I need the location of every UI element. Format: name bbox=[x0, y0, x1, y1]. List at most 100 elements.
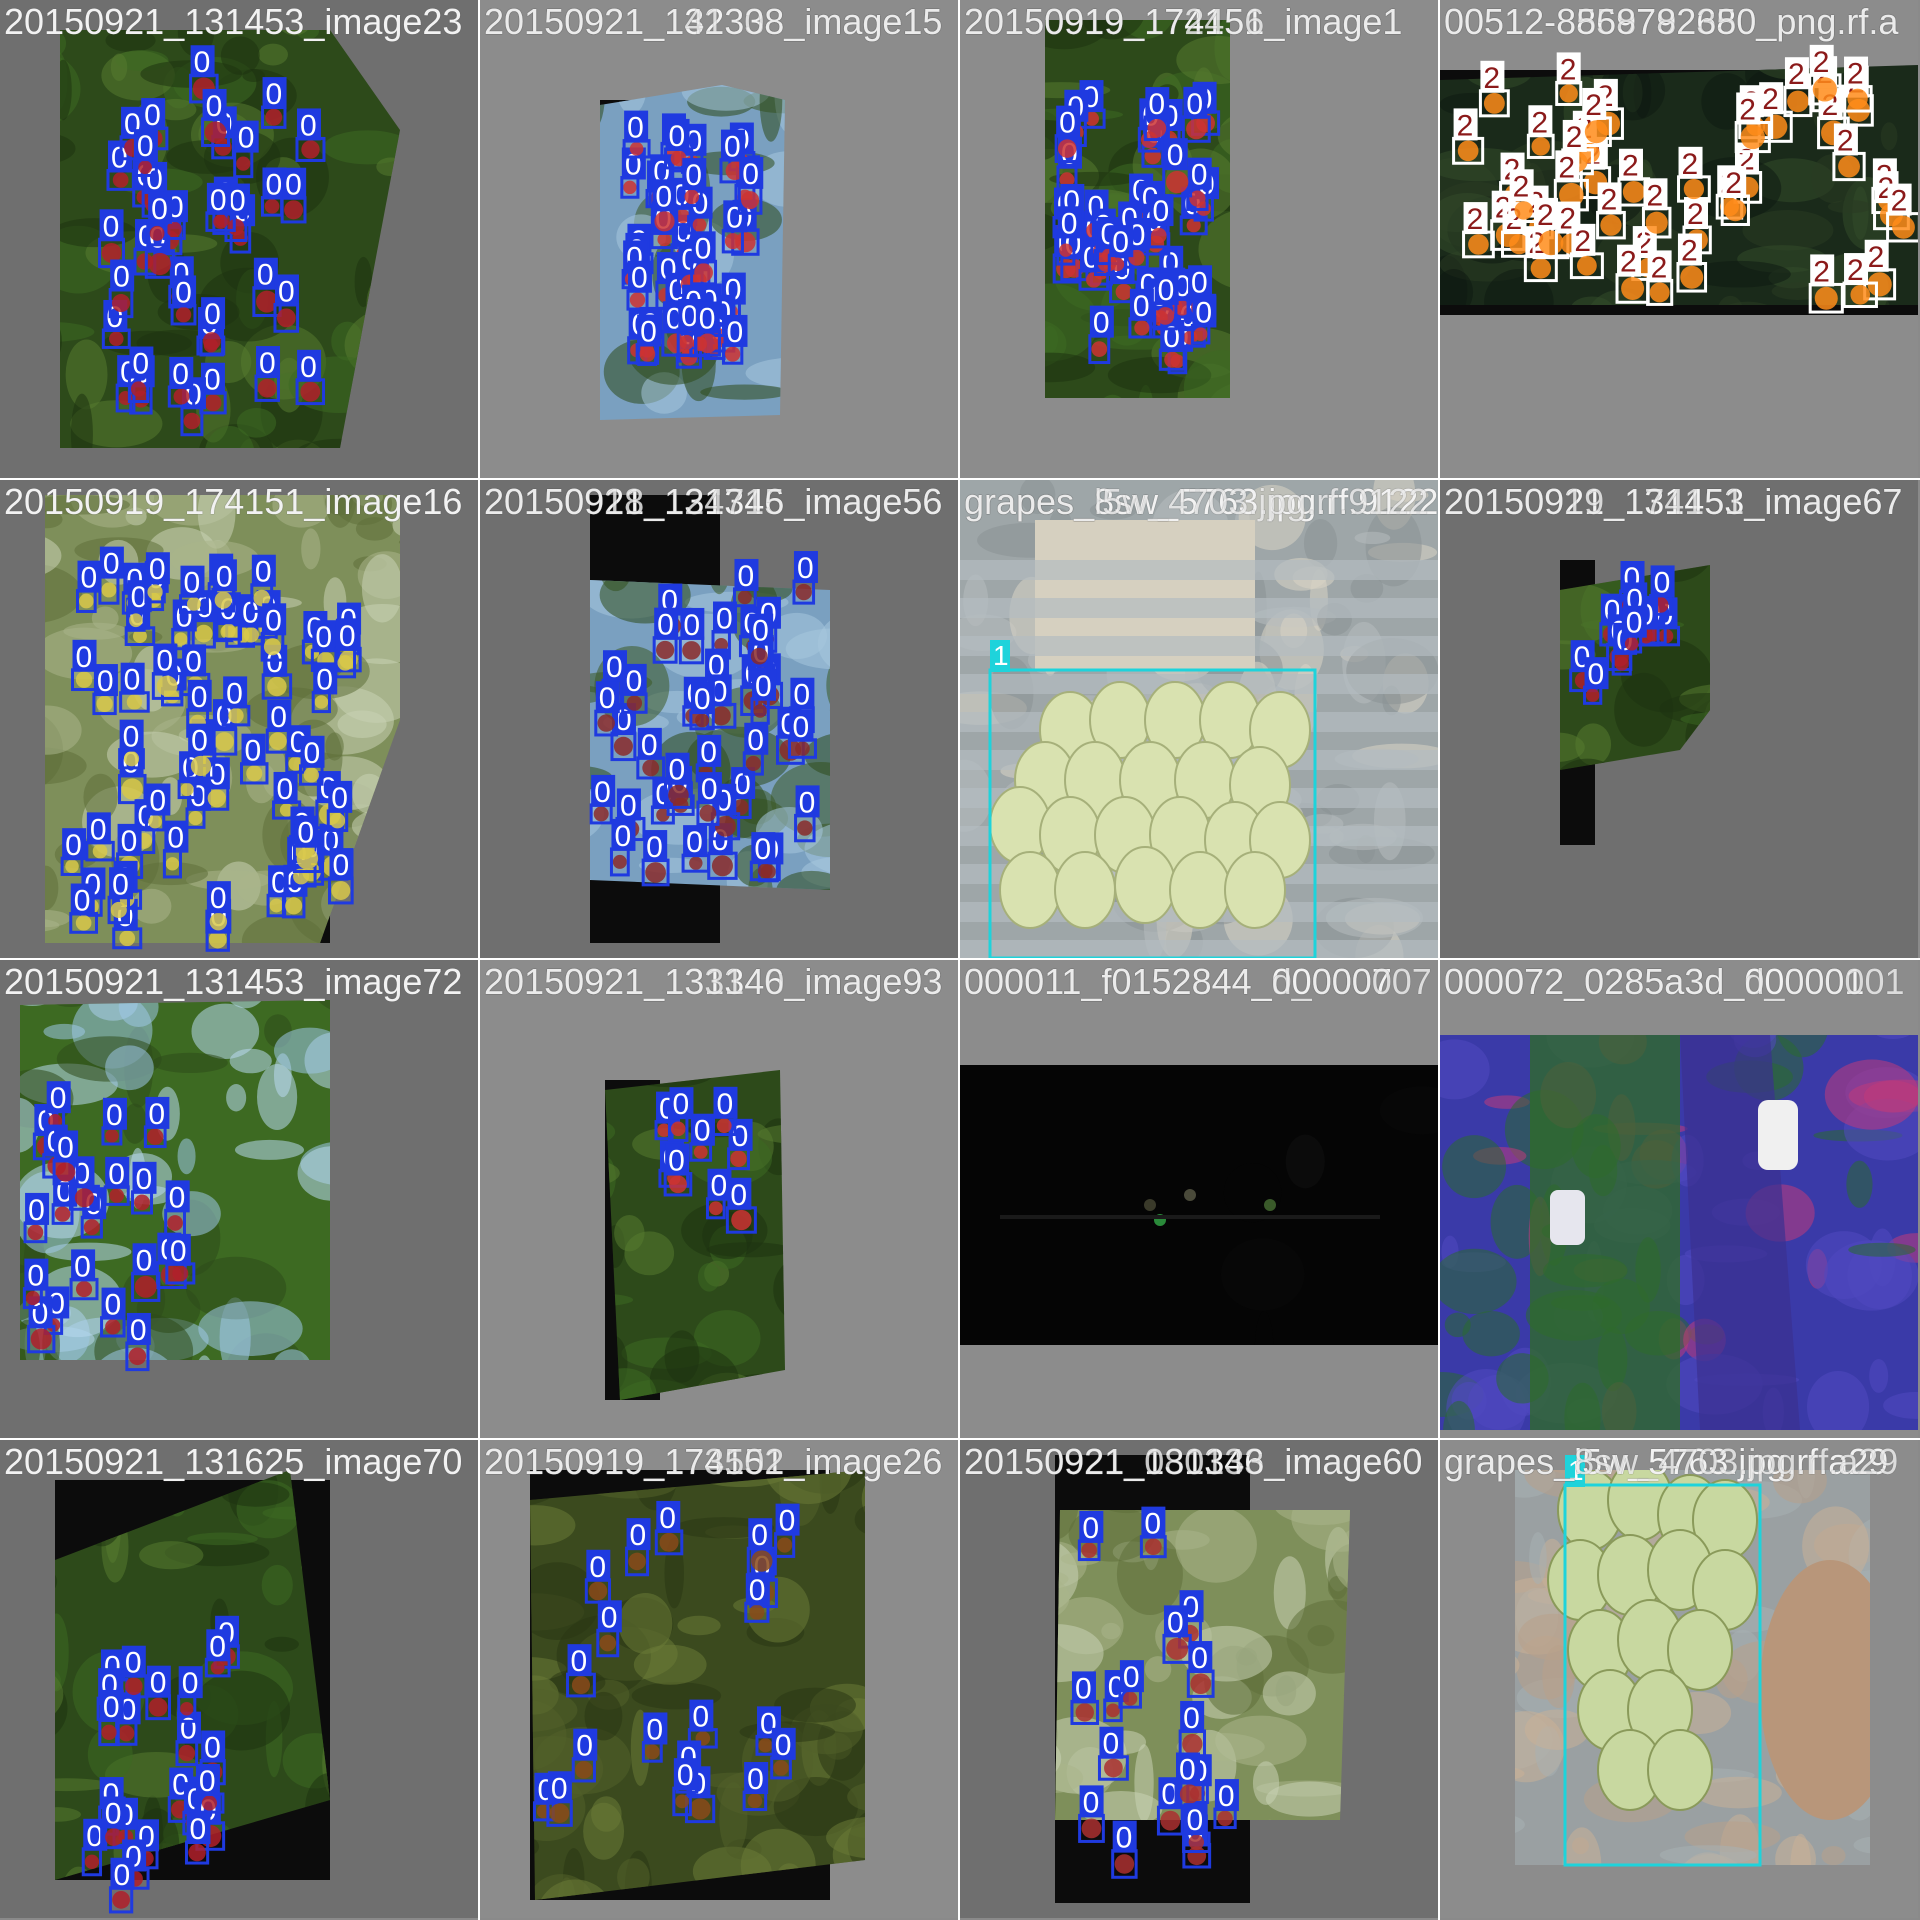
class-label: 0 bbox=[278, 275, 295, 308]
class-label: 0 bbox=[669, 120, 686, 153]
class-label: 0 bbox=[182, 1667, 199, 1700]
class-label: 0 bbox=[726, 316, 743, 349]
class-label: 0 bbox=[121, 825, 138, 858]
mosaic-tile: 0000000000000000000000000000000000000000… bbox=[960, 0, 1438, 478]
class-label: 0 bbox=[103, 1691, 120, 1724]
class-label: 0 bbox=[1123, 1661, 1140, 1694]
photo-content bbox=[1045, 20, 1230, 398]
class-label: 2 bbox=[1513, 170, 1530, 203]
class-label: 2 bbox=[1762, 83, 1779, 116]
class-label: 0 bbox=[123, 721, 140, 754]
class-label: 0 bbox=[668, 1145, 685, 1178]
class-label: 2 bbox=[1457, 109, 1474, 142]
class-label: 0 bbox=[245, 735, 262, 768]
class-label: 0 bbox=[724, 131, 741, 164]
class-label: 0 bbox=[1116, 1822, 1133, 1855]
class-label: 0 bbox=[255, 556, 272, 589]
class-label: 0 bbox=[113, 260, 130, 293]
class-label: 0 bbox=[692, 1701, 709, 1734]
class-label: 0 bbox=[103, 210, 120, 243]
class-label: 0 bbox=[204, 298, 221, 331]
class-label: 2 bbox=[1531, 106, 1548, 139]
tile-image: 1 bbox=[1515, 1455, 1870, 1867]
class-label: 0 bbox=[137, 130, 154, 163]
class-label: 0 bbox=[1187, 1804, 1204, 1837]
class-label: 0 bbox=[266, 78, 283, 111]
class-label: 0 bbox=[792, 711, 809, 744]
class-label: 2 bbox=[1646, 179, 1663, 212]
mosaic-tile: 00000000020150921_131346_image9320150921… bbox=[480, 960, 958, 1438]
class-label: 0 bbox=[1186, 88, 1203, 121]
class-label: 0 bbox=[737, 560, 754, 593]
class-label: 0 bbox=[1588, 658, 1605, 691]
class-label: 0 bbox=[747, 1763, 764, 1796]
class-label: 0 bbox=[136, 1163, 153, 1196]
class-label: 0 bbox=[594, 776, 611, 809]
class-label: 0 bbox=[136, 1244, 153, 1277]
mosaic-tile: 0000000000000000000000000000000000000000… bbox=[0, 480, 478, 958]
class-label: 0 bbox=[1218, 1780, 1235, 1813]
class-label: 0 bbox=[799, 786, 816, 819]
mosaic-tile: 0000000000000000000000000000000000000000… bbox=[0, 0, 478, 478]
class-label: 2 bbox=[1682, 148, 1699, 181]
tile-image: 0000000000000000000000000000000000000000… bbox=[600, 85, 785, 420]
class-label: 0 bbox=[630, 1519, 647, 1552]
class-label: 0 bbox=[1183, 1702, 1200, 1735]
class-label: 0 bbox=[209, 758, 226, 791]
class-label: 0 bbox=[551, 1772, 568, 1805]
tile-divider bbox=[0, 1438, 1920, 1440]
class-label: 0 bbox=[204, 364, 221, 397]
class-label: 0 bbox=[297, 817, 314, 850]
class-label: 0 bbox=[156, 645, 173, 678]
class-label: 0 bbox=[185, 645, 202, 678]
class-label: 2 bbox=[1467, 203, 1484, 236]
tile-divider bbox=[958, 0, 960, 1920]
class-label: 0 bbox=[657, 609, 674, 642]
class-label: 2 bbox=[1601, 183, 1618, 216]
tile-image: 000000000 bbox=[605, 1070, 785, 1400]
class-label: 0 bbox=[1061, 207, 1078, 240]
class-label: 0 bbox=[694, 1115, 711, 1148]
tile-image: 0000000000000000000000000000000000000000… bbox=[1045, 20, 1230, 398]
class-label: 0 bbox=[149, 553, 166, 586]
tile-image bbox=[960, 1065, 1438, 1345]
class-label: 0 bbox=[216, 560, 233, 593]
class-label: 0 bbox=[1075, 1672, 1092, 1705]
class-label: 0 bbox=[1093, 307, 1110, 340]
class-label: 0 bbox=[1083, 1786, 1100, 1819]
class-label: 0 bbox=[716, 1088, 733, 1121]
mosaic-tile: 2222222222222222222222222222222222222222… bbox=[1440, 0, 1918, 478]
class-label: 0 bbox=[191, 725, 208, 758]
class-label: 0 bbox=[124, 664, 141, 697]
class-label: 0 bbox=[28, 1194, 45, 1227]
class-label: 0 bbox=[754, 833, 771, 866]
class-label: 2 bbox=[1574, 225, 1591, 258]
class-label: 0 bbox=[716, 603, 733, 636]
class-label: 0 bbox=[677, 1759, 694, 1792]
tile-divider bbox=[478, 0, 480, 1920]
class-label: 0 bbox=[333, 849, 350, 882]
class-label: 2 bbox=[1585, 89, 1602, 122]
class-label: 0 bbox=[599, 682, 616, 715]
class-label: 0 bbox=[668, 754, 685, 787]
class-label: 0 bbox=[672, 1088, 689, 1121]
class-label: 0 bbox=[226, 677, 243, 710]
class-label: 2 bbox=[1681, 234, 1698, 267]
class-label: 0 bbox=[1158, 274, 1175, 307]
class-label: 2 bbox=[1813, 46, 1830, 79]
class-label: 2 bbox=[1813, 255, 1830, 288]
class-label: 0 bbox=[742, 158, 759, 191]
mosaic-tile: 0000000000000000000000000000000000000000… bbox=[480, 480, 958, 958]
class-label: 0 bbox=[304, 737, 321, 770]
class-label: 0 bbox=[112, 868, 129, 901]
tile-image: 2222222222222222222222222222222222222222… bbox=[1440, 44, 1918, 315]
class-label: 0 bbox=[695, 232, 712, 265]
class-label: 0 bbox=[1167, 1606, 1184, 1639]
class-label: 2 bbox=[1788, 58, 1805, 91]
class-label: 0 bbox=[1191, 266, 1208, 299]
photo-content bbox=[1560, 565, 1710, 770]
class-label: 0 bbox=[751, 1519, 768, 1552]
class-label: 0 bbox=[641, 729, 658, 762]
class-label: 0 bbox=[80, 562, 97, 595]
class-label: 0 bbox=[1167, 139, 1184, 172]
